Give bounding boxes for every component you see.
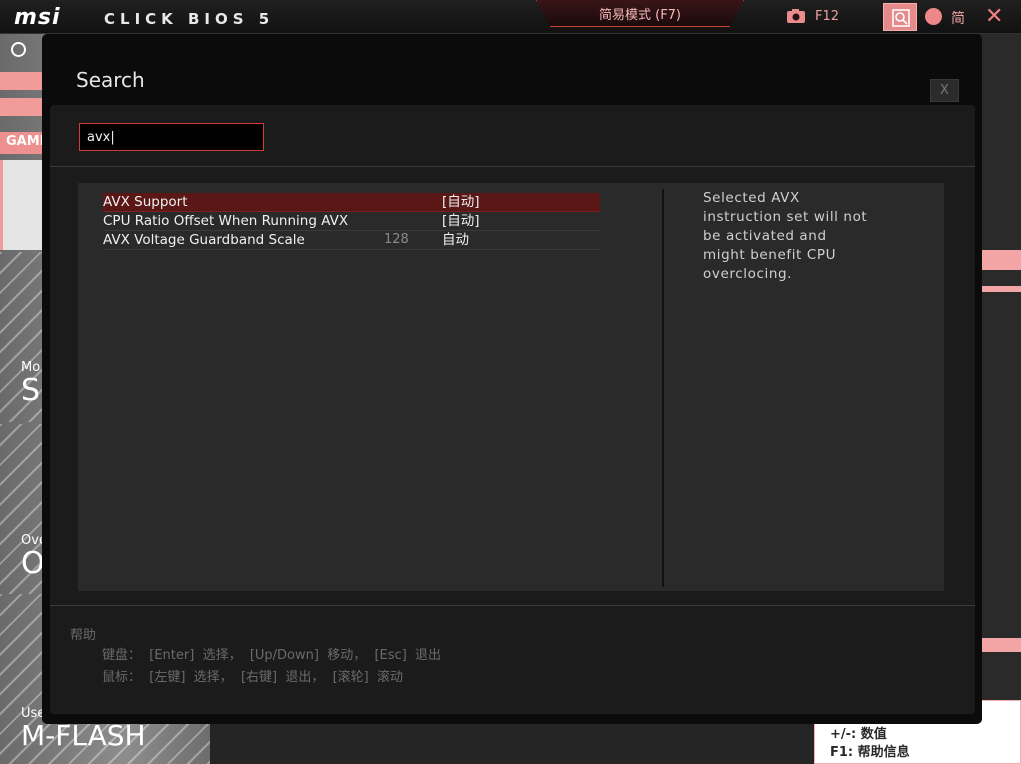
info-box [0, 98, 42, 116]
result-value: [自动] [442, 213, 480, 229]
right-panel [980, 34, 1021, 764]
top-bar: msi CLICK BIOS 5 简易模式 (F7) F12 简 ✕ [0, 0, 1021, 34]
close-icon[interactable]: ✕ [985, 4, 1003, 29]
hint-value: +/-: 数值 [830, 727, 887, 742]
language-label[interactable]: 简 [951, 8, 965, 28]
camera-icon[interactable] [786, 8, 806, 24]
result-row[interactable]: AVX Support [自动] [103, 193, 600, 212]
dialog-title: Search [76, 68, 145, 92]
search-input[interactable] [79, 123, 264, 151]
search-bar [50, 105, 975, 167]
results-list: AVX Support [自动] CPU Ratio Offset When Run… [103, 193, 600, 250]
result-number: 128 [384, 232, 409, 247]
info-box [0, 72, 42, 90]
help-footer: 帮助 键盘： [Enter] 选择， [Up/Down] 移动， [Esc] 退… [50, 605, 975, 714]
msi-logo: msi [14, 5, 61, 30]
clock-icon [11, 42, 26, 57]
result-value: 自动 [442, 232, 469, 248]
result-row[interactable]: AVX Voltage Guardband Scale 128 自动 [103, 231, 600, 250]
dialog-close-button[interactable]: X [930, 79, 959, 102]
search-dialog: Search X AVX Support[自动]CPU Ratio Offset… [42, 34, 982, 724]
divider [662, 189, 664, 587]
result-name: AVX Voltage Guardband Scale [103, 232, 305, 248]
help-description: Selected AVX instruction set will not be… [703, 190, 868, 282]
side-panel [0, 160, 44, 250]
bottom-strip [210, 722, 814, 764]
result-name: AVX Support [103, 194, 188, 210]
globe-icon[interactable] [925, 8, 942, 25]
result-row[interactable]: CPU Ratio Offset When Running AVX [自动] [103, 212, 600, 231]
ez-mode-button[interactable]: 简易模式 (F7) [536, 0, 744, 27]
mouse-help: 鼠标： [左键] 选择， [右键] 退出， [滚轮] 滚动 [102, 670, 404, 685]
help-title: 帮助 [70, 628, 97, 643]
keyboard-help: 键盘： [Enter] 选择， [Up/Down] 移动， [Esc] 退出 [102, 648, 442, 663]
search-icon [892, 9, 910, 27]
result-value: [自动] [442, 194, 480, 210]
ez-mode-label: 简易模式 (F7) [598, 8, 682, 23]
dialog-body: AVX Support[自动]CPU Ratio Offset When Run… [50, 105, 975, 714]
game-boost-tab[interactable]: GAMI [0, 132, 45, 154]
search-button[interactable] [883, 3, 917, 31]
hint-help: F1: 帮助信息 [830, 745, 910, 760]
result-name: CPU Ratio Offset When Running AVX [103, 213, 349, 229]
screenshot-key-label: F12 [815, 9, 840, 24]
results-panel: AVX Support [自动] CPU Ratio Offset When Run… [78, 183, 944, 591]
product-name: CLICK BIOS 5 [104, 10, 275, 28]
